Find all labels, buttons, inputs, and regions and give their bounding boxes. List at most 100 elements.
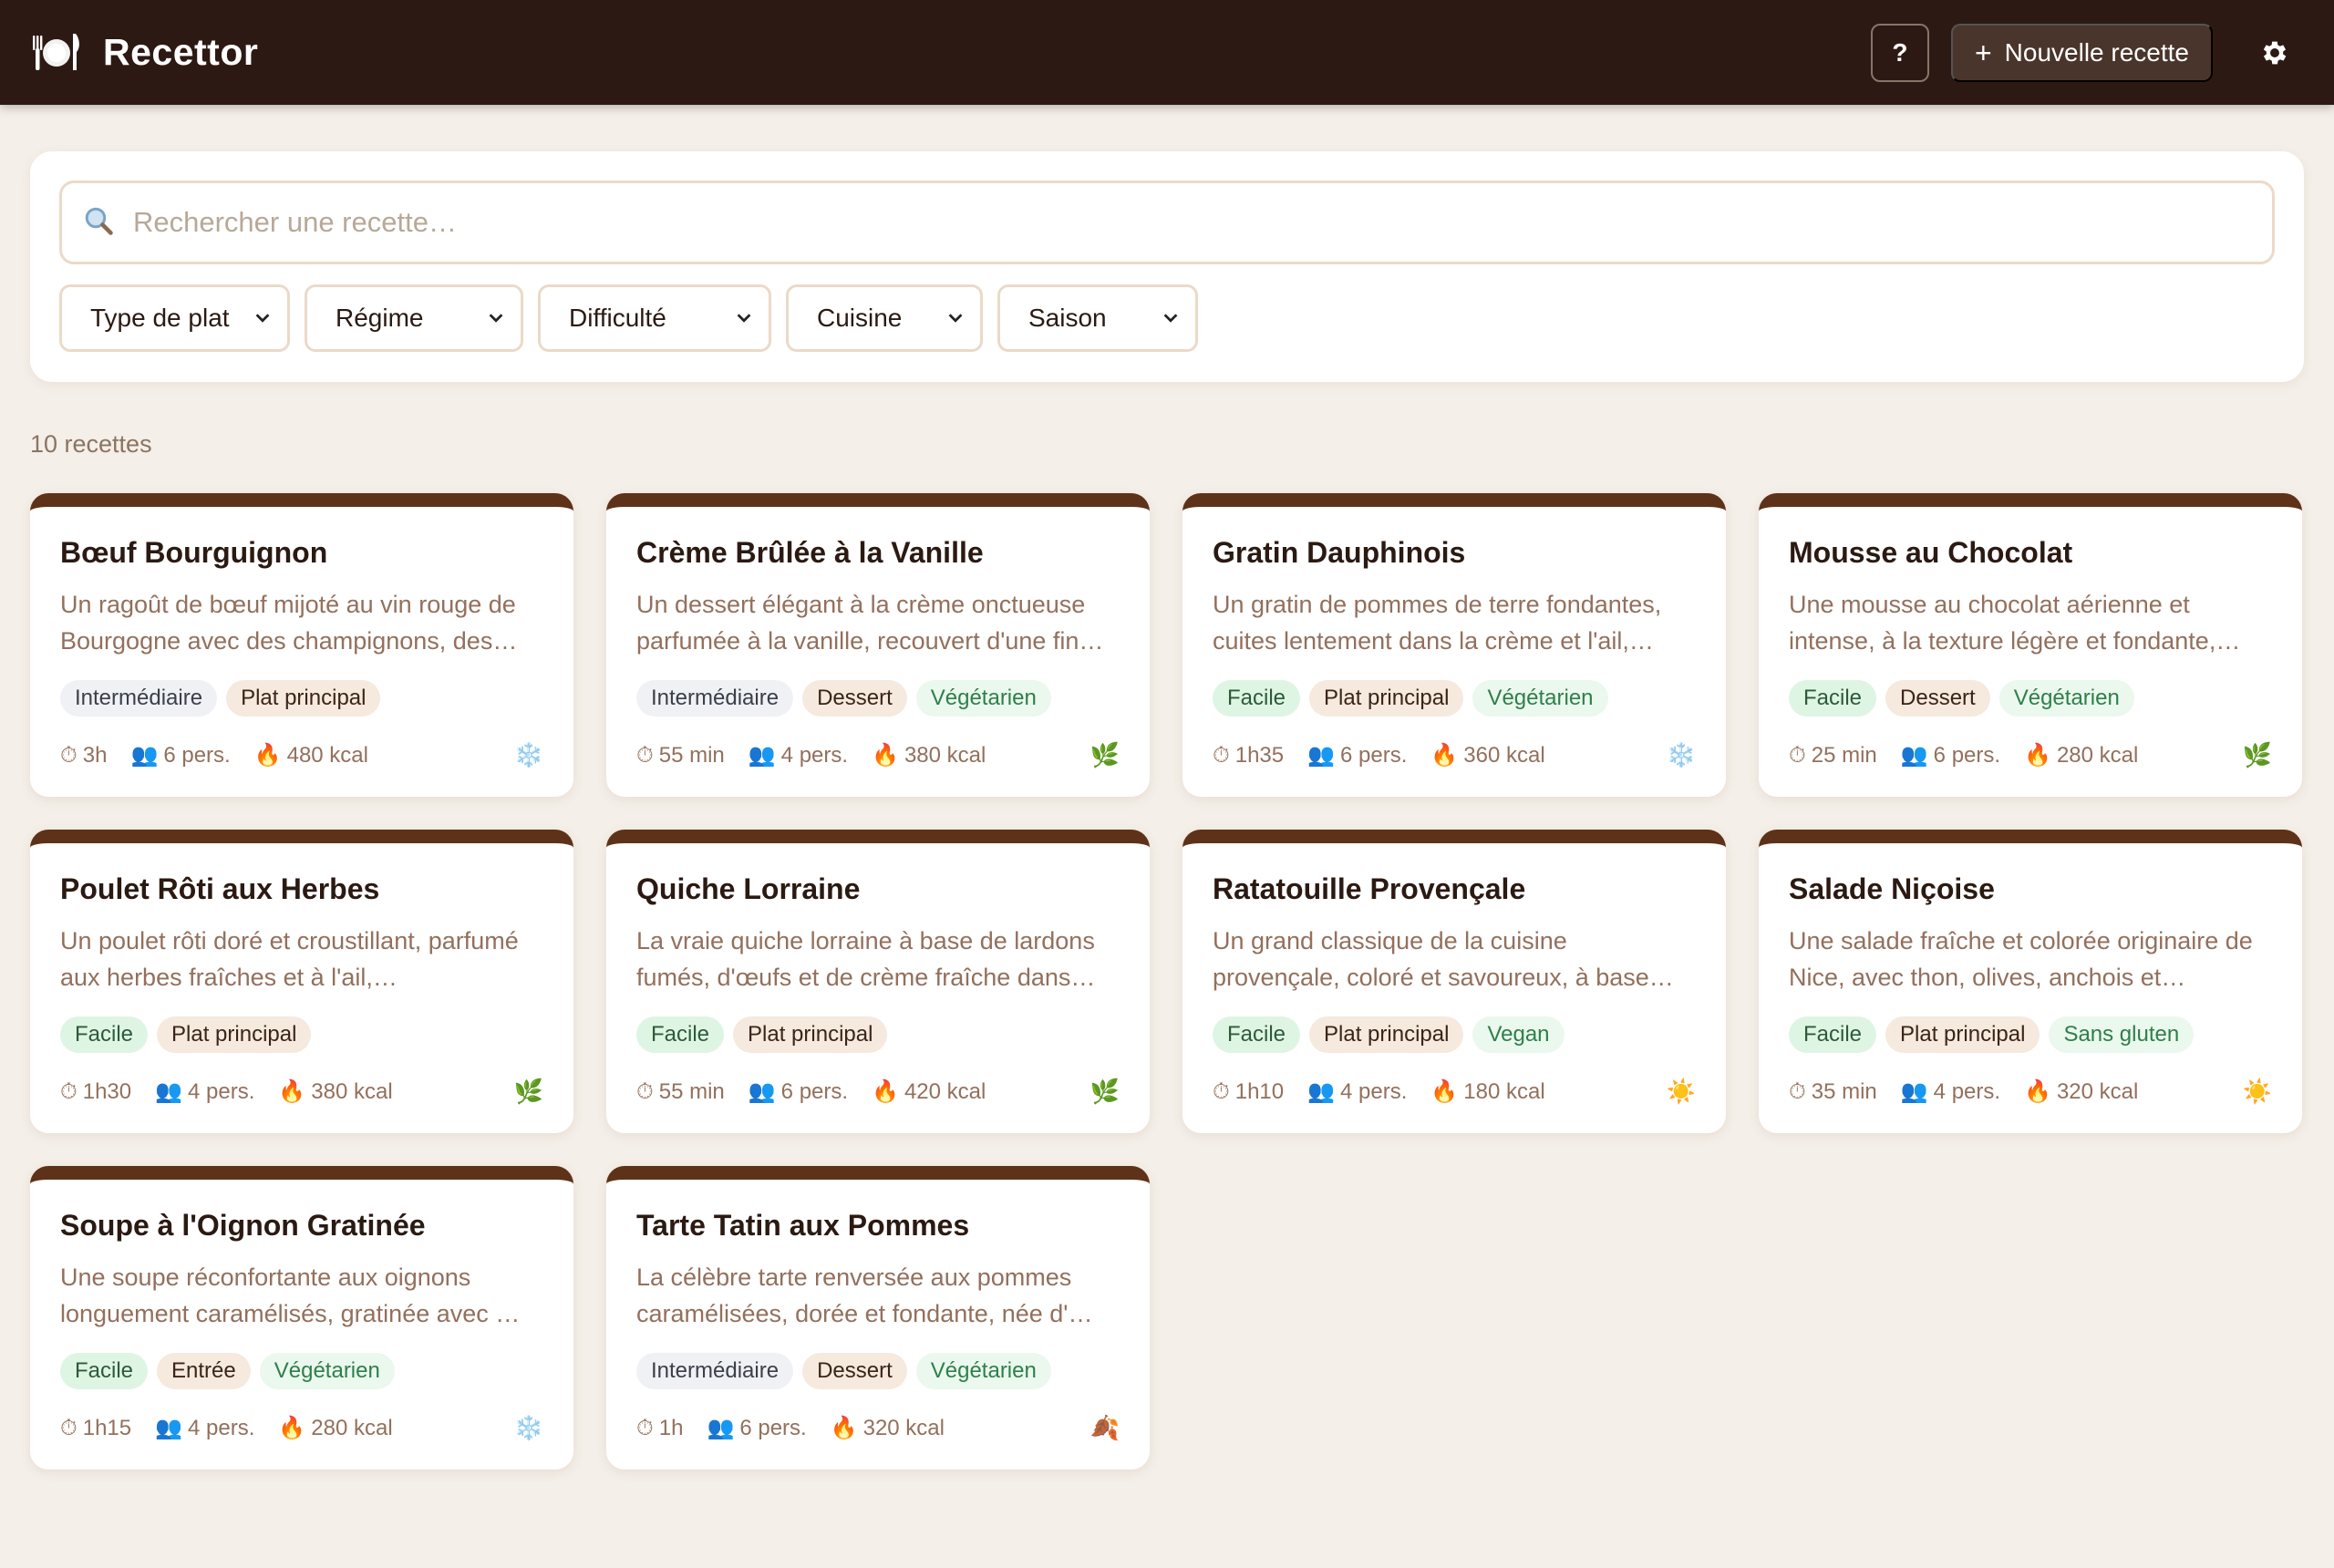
recipe-title: Gratin Dauphinois [1213, 536, 1466, 569]
timer-icon: ⏱ [636, 1415, 654, 1440]
help-button[interactable]: ? [1870, 23, 1929, 82]
calories: 🔥 320 kcal [830, 1415, 945, 1441]
recipe-tags: Facile Entrée Végétarien [60, 1353, 543, 1389]
leaf-icon: 🌿 [513, 1078, 543, 1105]
plus-icon: + [1974, 36, 1992, 69]
recipe-title: Quiche Lorraine [636, 872, 861, 905]
recipe-card[interactable]: Mousse au Chocolat Une mousse au chocolat… [1759, 493, 2302, 797]
servings: 👥 4 pers. [1900, 1078, 2001, 1105]
servings: 👥 6 pers. [130, 742, 231, 769]
prep-time: ⏱ 1h10 [1213, 1078, 1285, 1104]
recipe-card[interactable]: Crème Brûlée à la Vanille Un dessert élég… [606, 493, 1150, 797]
recipe-meta: ⏱ 3h 👥 6 pers. 🔥 480 kcal ❄️ [60, 741, 543, 769]
recipe-description: Une soupe réconfortante aux oignons long… [60, 1264, 521, 1327]
filter-cuisine[interactable]: Cuisine [786, 284, 983, 352]
snowflake-icon: ❄️ [513, 1414, 543, 1441]
recipe-tags: Facile Plat principal Vegan [1213, 1016, 1696, 1053]
leaf-icon: 🌿 [1090, 1078, 1120, 1105]
recipe-meta: ⏱ 1h35 👥 6 pers. 🔥 360 kcal ❄️ [1213, 741, 1696, 769]
search-input[interactable]: Rechercher une recette… [59, 181, 2275, 264]
difficulty-tag: Facile [60, 1353, 149, 1389]
servings: 👥 4 pers. [748, 742, 849, 769]
recipe-meta: ⏱ 25 min 👥 6 pers. 🔥 280 kcal 🌿 [1789, 741, 2272, 769]
people-icon: 👥 [748, 743, 776, 768]
leaf-icon: 🌿 [1090, 741, 1120, 769]
filter-dish-type[interactable]: Type de plat [59, 284, 290, 352]
servings: 👥 4 pers. [155, 1078, 255, 1105]
dish-type-tag: Dessert [802, 680, 907, 717]
prep-time: ⏱ 55 min [636, 742, 725, 768]
flame-icon: 🔥 [278, 1416, 306, 1440]
filter-difficulty[interactable]: Difficulté [538, 284, 771, 352]
prep-time: ⏱ 3h [60, 742, 108, 768]
recipe-card[interactable]: Salade Niçoise Une salade fraîche et colo… [1759, 830, 2302, 1133]
recipe-meta: ⏱ 1h30 👥 4 pers. 🔥 380 kcal 🌿 [60, 1078, 543, 1106]
difficulty-tag: Intermédiaire [636, 680, 794, 717]
diet-tag: Végétarien [1998, 680, 2134, 717]
dish-type-tag: Plat principal [157, 1016, 312, 1053]
recipe-card[interactable]: Ratatouille Provençale Un grand classique… [1182, 830, 1726, 1133]
recipe-card[interactable]: Gratin Dauphinois Un gratin de pommes de … [1182, 493, 1726, 797]
filter-label: Régime [336, 304, 424, 332]
app-header: Recettor ? + Nouvelle recette [0, 0, 2334, 105]
recipe-description: La célèbre tarte renversée aux pommes ca… [636, 1264, 1093, 1327]
gear-icon[interactable] [2246, 24, 2304, 82]
timer-icon: ⏱ [636, 1078, 654, 1104]
difficulty-tag: Facile [1789, 680, 1877, 717]
people-icon: 👥 [1900, 1079, 1928, 1104]
plate-cutlery-icon [30, 26, 83, 79]
dish-type-tag: Plat principal [1309, 680, 1464, 717]
calories: 🔥 480 kcal [253, 742, 368, 769]
filter-diet[interactable]: Régime [305, 284, 523, 352]
dish-type-tag: Plat principal [1309, 1016, 1464, 1053]
recipe-description: Une mousse au chocolat aérienne et inten… [1789, 591, 2241, 655]
recipe-description: La vraie quiche lorraine à base de lardo… [636, 927, 1096, 991]
timer-icon: ⏱ [60, 742, 77, 768]
diet-tag: Vegan [1472, 1016, 1565, 1053]
recipe-card[interactable]: Tarte Tatin aux Pommes La célèbre tarte r… [606, 1166, 1150, 1470]
people-icon: 👥 [707, 1416, 735, 1440]
recipe-card[interactable]: Bœuf Bourguignon Un ragoût de bœuf mijoté… [30, 493, 573, 797]
prep-time: ⏱ 35 min [1789, 1078, 1877, 1104]
calories: 🔥 380 kcal [872, 742, 986, 769]
calories: 🔥 420 kcal [872, 1078, 986, 1105]
timer-icon: ⏱ [60, 1078, 77, 1104]
calories: 🔥 280 kcal [278, 1415, 393, 1441]
filter-season[interactable]: Saison [997, 284, 1198, 352]
calories: 🔥 380 kcal [278, 1078, 393, 1105]
difficulty-tag: Intermédiaire [60, 680, 218, 717]
dish-type-tag: Plat principal [733, 1016, 888, 1053]
recipe-title: Tarte Tatin aux Pommes [636, 1209, 970, 1242]
chevron-down-icon [948, 314, 963, 323]
recipe-card[interactable]: Quiche Lorraine La vraie quiche lorraine … [606, 830, 1150, 1133]
timer-icon: ⏱ [60, 1415, 77, 1440]
dish-type-tag: Dessert [802, 1353, 907, 1389]
recipe-meta: ⏱ 1h15 👥 4 pers. 🔥 280 kcal ❄️ [60, 1414, 543, 1442]
recipe-tags: Intermédiaire Plat principal [60, 680, 543, 717]
recipe-title: Mousse au Chocolat [1789, 536, 2073, 569]
diet-tag: Végétarien [915, 1353, 1051, 1389]
autumn-leaf-icon: 🍂 [1090, 1414, 1120, 1441]
app-title: Recettor [103, 31, 259, 73]
search-placeholder: Rechercher une recette… [133, 206, 457, 238]
flame-icon: 🔥 [278, 1079, 306, 1104]
prep-time: ⏱ 55 min [636, 1078, 725, 1104]
recipe-card[interactable]: Poulet Rôti aux Herbes Un poulet rôti dor… [30, 830, 573, 1133]
timer-icon: ⏱ [1213, 1078, 1230, 1104]
dish-type-tag: Plat principal [1885, 1016, 2040, 1053]
recipe-description: Un grand classique de la cuisine provenç… [1213, 927, 1674, 991]
difficulty-tag: Facile [1789, 1016, 1877, 1053]
recipe-title: Bœuf Bourguignon [60, 536, 328, 569]
snowflake-icon: ❄️ [513, 741, 543, 769]
flame-icon: 🔥 [1430, 743, 1459, 768]
recipe-tags: Facile Plat principal [60, 1016, 543, 1053]
flame-icon: 🔥 [2024, 1079, 2051, 1104]
new-recipe-button[interactable]: + Nouvelle recette [1950, 23, 2213, 82]
diet-tag: Végétarien [259, 1353, 395, 1389]
brand[interactable]: Recettor [30, 26, 258, 79]
filter-label: Difficulté [569, 304, 666, 332]
prep-time: ⏱ 1h [636, 1415, 684, 1440]
recipe-tags: Facile Plat principal [636, 1016, 1120, 1053]
recipe-card[interactable]: Soupe à l'Oignon Gratinée Une soupe récon… [30, 1166, 573, 1470]
chevron-down-icon [737, 314, 751, 323]
